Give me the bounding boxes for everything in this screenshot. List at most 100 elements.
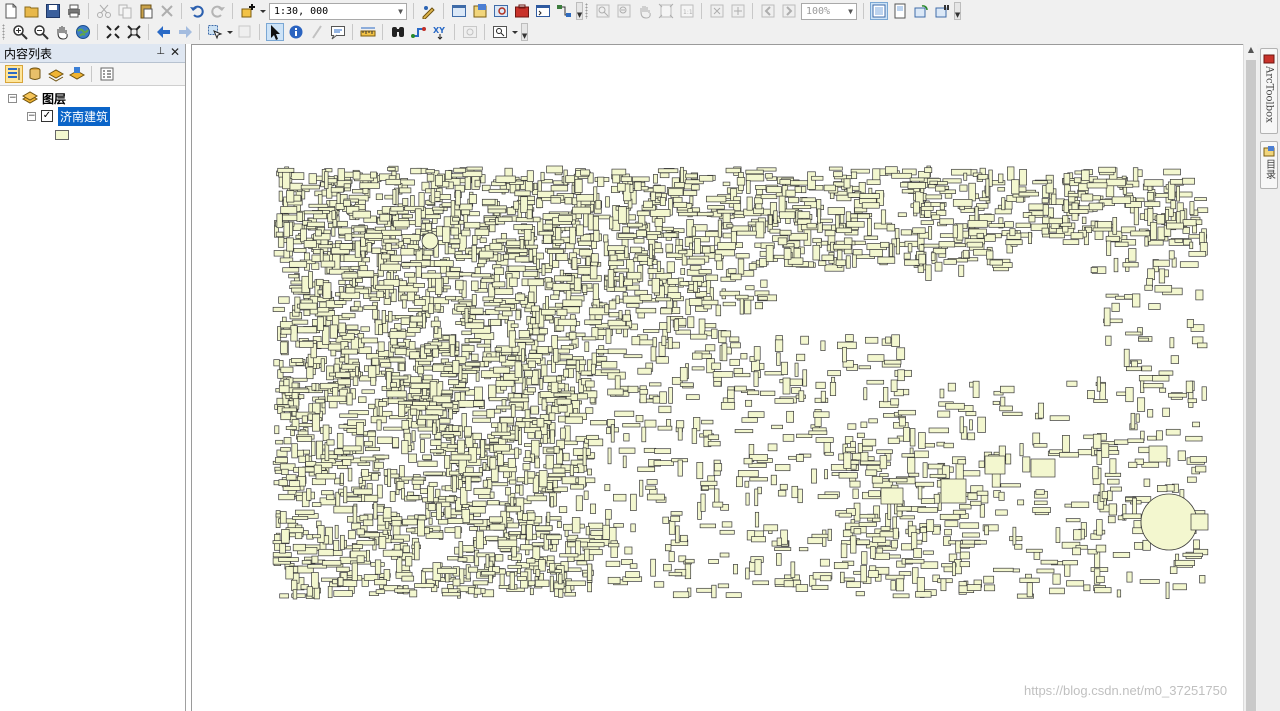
fixed-zoom-out-icon[interactable] <box>729 2 747 20</box>
building-feature <box>856 432 865 438</box>
layout-zoom-combo[interactable]: 100% ▼ <box>801 2 857 20</box>
collapse-toggle[interactable]: − <box>27 111 36 121</box>
toolbar-options-icon[interactable]: ▼ <box>954 2 961 20</box>
building-feature <box>774 339 784 352</box>
building-feature <box>1142 383 1164 389</box>
zoom-whole-page-icon[interactable] <box>657 2 675 20</box>
list-by-drawing-order-icon[interactable] <box>4 65 23 83</box>
back-extent-icon[interactable] <box>759 2 777 20</box>
building-feature <box>452 578 461 587</box>
legend-swatch[interactable] <box>55 130 69 140</box>
layout-pan-icon[interactable] <box>636 2 654 20</box>
redo-icon[interactable] <box>209 2 227 20</box>
collapse-toggle[interactable]: − <box>8 93 17 103</box>
building-feature <box>358 477 363 484</box>
map-scale-combo[interactable]: 1:30, 000 ▼ <box>269 2 407 20</box>
add-data-icon[interactable] <box>239 2 257 20</box>
layout-view-icon[interactable] <box>891 2 909 20</box>
select-elements-icon[interactable] <box>265 23 284 41</box>
find-icon[interactable] <box>389 23 407 41</box>
map-vertical-scrollbar[interactable]: ▲ <box>1243 44 1257 711</box>
pause-draw-icon[interactable] <box>933 2 951 20</box>
copy-icon[interactable] <box>116 2 134 20</box>
close-icon[interactable]: ✕ <box>170 45 180 59</box>
new-document-icon[interactable] <box>2 2 20 20</box>
editor-icon[interactable] <box>420 2 438 20</box>
select-features-icon[interactable] <box>206 23 224 41</box>
list-by-visibility-icon[interactable] <box>47 65 65 83</box>
zoom-100-icon[interactable]: 1:1 <box>678 2 696 20</box>
add-data-dropdown-icon[interactable] <box>259 2 266 20</box>
toolbar-options-icon[interactable]: ▼ <box>521 23 528 41</box>
layout-zoom-in-icon[interactable] <box>594 2 612 20</box>
python-icon[interactable] <box>534 2 552 20</box>
layer-label[interactable]: 济南建筑 <box>58 106 111 126</box>
back-icon[interactable] <box>155 23 173 41</box>
building-feature <box>538 230 554 236</box>
list-by-selection-icon[interactable] <box>68 65 86 83</box>
map-canvas[interactable] <box>192 45 1244 711</box>
layout-zoom-out-icon[interactable] <box>615 2 633 20</box>
zoom-in-icon[interactable] <box>11 23 29 41</box>
viewer-icon[interactable] <box>491 23 509 41</box>
building-feature <box>1148 239 1164 246</box>
building-feature <box>427 485 435 503</box>
time-slider-icon[interactable] <box>461 23 479 41</box>
toolbar-grip[interactable] <box>585 3 588 19</box>
fixed-zoom-in-icon[interactable] <box>104 23 122 41</box>
find-route-icon[interactable] <box>410 23 428 41</box>
paste-icon[interactable] <box>137 2 155 20</box>
toolbar-grip[interactable] <box>2 24 5 40</box>
layers-group-label[interactable]: 图层 <box>42 90 66 107</box>
data-view-icon[interactable] <box>869 2 888 20</box>
modelbuilder-icon[interactable] <box>555 2 573 20</box>
fixed-zoom-in-icon[interactable] <box>708 2 726 20</box>
cut-icon[interactable] <box>95 2 113 20</box>
building-feature <box>708 559 719 564</box>
viewer-dropdown-icon[interactable] <box>511 23 518 41</box>
print-icon[interactable] <box>65 2 83 20</box>
building-feature <box>911 532 918 550</box>
measure-icon[interactable] <box>359 23 377 41</box>
pin-icon[interactable]: ⊥ <box>156 46 165 57</box>
building-feature <box>778 195 786 214</box>
forward-icon[interactable] <box>176 23 194 41</box>
identify-icon[interactable] <box>287 23 305 41</box>
building-feature <box>654 218 663 227</box>
save-icon[interactable] <box>44 2 62 20</box>
building-feature <box>629 184 634 193</box>
hyperlink-icon[interactable] <box>308 23 326 41</box>
scroll-up-icon[interactable]: ▲ <box>1245 45 1257 57</box>
map-view[interactable] <box>191 44 1243 711</box>
fixed-zoom-out-icon[interactable] <box>125 23 143 41</box>
layer-visibility-checkbox[interactable]: ✓ <box>41 110 53 122</box>
list-by-source-icon[interactable] <box>26 65 44 83</box>
search-window-icon[interactable] <box>492 2 510 20</box>
toolbar-options-icon[interactable]: ▼ <box>576 2 583 20</box>
table-of-contents-icon[interactable] <box>450 2 468 20</box>
xy-goto-icon[interactable]: XY <box>431 23 449 41</box>
refresh-icon[interactable] <box>912 2 930 20</box>
clear-selection-icon[interactable] <box>236 23 254 41</box>
building-feature <box>754 488 759 507</box>
arctoolbox-icon[interactable] <box>513 2 531 20</box>
zoom-out-icon[interactable] <box>32 23 50 41</box>
arctoolbox-tab[interactable]: ArcToolbox <box>1260 48 1278 134</box>
pan-icon[interactable] <box>53 23 71 41</box>
building-feature <box>281 529 290 544</box>
open-folder-icon[interactable] <box>23 2 41 20</box>
catalog-icon[interactable] <box>471 2 489 20</box>
options-icon[interactable] <box>98 65 116 83</box>
undo-icon[interactable] <box>188 2 206 20</box>
html-popup-icon[interactable] <box>329 23 347 41</box>
scroll-thumb[interactable] <box>1246 60 1256 711</box>
catalog-tab[interactable]: 目录 <box>1260 141 1278 189</box>
select-dropdown-icon[interactable] <box>226 23 233 41</box>
delete-icon[interactable] <box>158 2 176 20</box>
forward-extent-icon[interactable] <box>780 2 798 20</box>
building-feature <box>553 392 572 397</box>
table-of-contents-panel: 内容列表 ⊥ ✕ − 图层 − ✓ 济南建筑 <box>0 44 186 711</box>
full-extent-icon[interactable] <box>74 23 92 41</box>
building-feature <box>483 302 501 307</box>
separator <box>413 3 414 19</box>
